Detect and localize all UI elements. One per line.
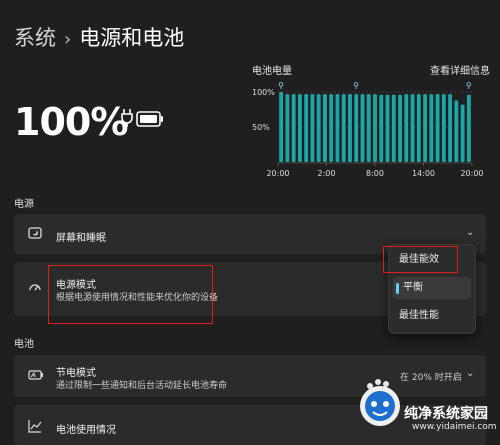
chart-bar xyxy=(435,94,440,162)
x-tick-label: 20:00 xyxy=(266,169,289,178)
x-tick-label: 8:00 xyxy=(366,169,384,178)
chart-bar xyxy=(304,94,309,162)
charging-mark-icon: ⚲ xyxy=(278,81,284,90)
y-tick-label: 100% xyxy=(252,88,275,97)
highlight-box-best-efficiency xyxy=(383,246,458,273)
x-tick-label: 14:00 xyxy=(412,169,435,178)
battery-saver-description: 通过限制一些通知和后台活动延长电池寿命 xyxy=(56,381,228,391)
chart-bar xyxy=(448,94,453,162)
chart-bar xyxy=(391,94,396,162)
battery-saver-icon xyxy=(28,369,44,384)
chart-bar xyxy=(360,94,365,162)
page-title: 电源和电池 xyxy=(79,26,185,50)
selected-indicator xyxy=(396,283,399,294)
option-best-performance[interactable]: 最佳性能 xyxy=(389,305,475,327)
chart-bar xyxy=(316,94,321,162)
option-balanced[interactable]: 平衡 xyxy=(393,277,471,299)
battery-level-chart: 100% 50% ⚲ ⚲ ⚲ 20:00 2:00 8:00 14:00 20:00 xyxy=(252,81,484,178)
chart-bar xyxy=(366,94,371,162)
battery-usage-label: 电池使用情况 xyxy=(56,425,116,436)
chart-bar xyxy=(423,94,428,162)
chart-bar xyxy=(335,94,340,162)
battery-percentage: 100% xyxy=(14,100,128,144)
chart-bar xyxy=(379,94,384,162)
x-tick-label: 2:00 xyxy=(318,169,336,178)
y-tick-label: 50% xyxy=(252,123,270,132)
x-tick-label: 20:00 xyxy=(460,169,483,178)
chart-bar xyxy=(322,94,327,162)
battery-saver-card[interactable]: 节电模式 通过限制一些通知和后台活动延长电池寿命 在 20% 时开启 ⌄ xyxy=(14,355,486,397)
chart-bar xyxy=(416,94,421,162)
power-mode-icon xyxy=(28,280,42,297)
chart-bar xyxy=(454,100,459,162)
chevron-down-icon[interactable]: ⌄ xyxy=(466,227,474,238)
chart-bar xyxy=(429,94,434,162)
chart-bar xyxy=(385,94,390,162)
chart-bar xyxy=(310,94,315,162)
chart-bar xyxy=(398,94,402,162)
watermark-title: 纯净系统家园 xyxy=(404,406,488,422)
chart-bar xyxy=(373,94,377,162)
screen-sleep-label: 屏幕和睡眠 xyxy=(56,233,106,244)
chart-bar xyxy=(291,94,296,162)
chart-bar xyxy=(329,94,334,162)
chart-bar xyxy=(297,94,302,162)
chart-bar xyxy=(404,94,409,162)
battery-saver-value[interactable]: 在 20% 时开启 xyxy=(400,370,462,383)
breadcrumb: 系统 › 电源和电池 xyxy=(14,22,184,52)
battery-icon xyxy=(136,111,163,127)
chart-bar xyxy=(354,94,359,162)
chart-bar xyxy=(441,94,446,162)
screen-sleep-icon xyxy=(28,226,42,243)
charging-mark-icon: ⚲ xyxy=(466,81,472,90)
charging-mark-icon: ⚲ xyxy=(353,81,359,90)
breadcrumb-separator: › xyxy=(64,29,72,50)
watermark-logo xyxy=(360,379,400,426)
chevron-down-icon[interactable]: ⌄ xyxy=(466,368,474,379)
breadcrumb-parent[interactable]: 系统 xyxy=(14,26,56,50)
watermark-url: www.yidaimei.com xyxy=(412,422,497,432)
highlight-box-power-mode xyxy=(48,265,213,324)
section-power: 电源 xyxy=(14,199,34,210)
battery-saver-label: 节电模式 xyxy=(56,368,96,379)
chart-bar xyxy=(466,94,471,162)
chart-bar xyxy=(460,104,465,162)
chart-bar xyxy=(410,94,415,162)
chart-bar xyxy=(279,92,284,162)
chart-bar xyxy=(348,94,352,162)
chart-bar xyxy=(285,94,290,162)
chart-line-icon xyxy=(28,419,42,436)
chart-bar xyxy=(341,94,346,162)
section-battery: 电池 xyxy=(14,339,34,350)
charging-plug-icon xyxy=(121,109,133,127)
